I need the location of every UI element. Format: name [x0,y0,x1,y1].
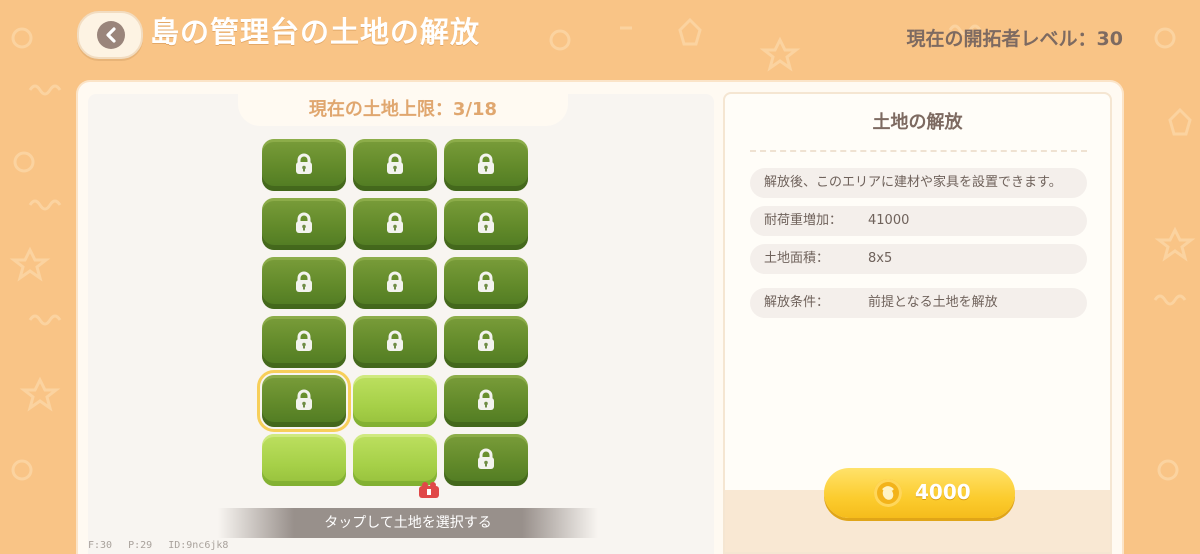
back-button[interactable] [77,11,143,59]
debug-info: F:30 P:29 ID:9nc6jk8 [88,540,229,551]
lock-icon [387,212,403,233]
land-tile-unlocked[interactable] [353,434,437,486]
page-title: 島の管理台の土地の解放 [150,15,481,49]
land-tile-locked[interactable] [262,198,346,250]
land-tile-locked[interactable] [353,257,437,309]
lock-icon [387,271,403,292]
land-tile-locked[interactable] [262,139,346,191]
land-tile-locked[interactable] [257,370,351,432]
unlock-cost: 4000 [915,480,971,504]
detail-title: 土地の解放 [872,112,963,133]
lock-icon [478,271,494,292]
lock-icon [296,330,312,351]
land-limit: 現在の土地上限：3/18 [238,94,568,126]
tap-hint: タップして土地を選択する [218,508,598,538]
lock-icon [478,448,494,469]
main-panel: 現在の土地上限：3/18 タップして土地を選択する F:30 P:29 ID:9… [78,82,1122,554]
land-area-row: 土地面積： 8x5 [750,244,1087,274]
land-tile-locked[interactable] [353,139,437,191]
lock-icon [478,330,494,351]
lock-icon [478,153,494,174]
lock-icon [296,212,312,233]
divider [750,150,1087,152]
land-tile-locked[interactable] [444,257,528,309]
lock-icon [478,212,494,233]
map-marker-icon [419,482,439,498]
lock-icon [296,271,312,292]
header: 島の管理台の土地の解放 現在の開拓者レベル：30 [0,0,1200,80]
land-tile-locked[interactable] [444,375,528,427]
land-tile-locked[interactable] [444,139,528,191]
row-label: 耐荷重増加： [764,213,843,228]
load-capacity-row: 耐荷重増加： 41000 [750,206,1087,236]
lock-icon [296,153,312,174]
row-label: 土地面積： [764,251,830,266]
land-grid-pane: 現在の土地上限：3/18 タップして土地を選択する F:30 P:29 ID:9… [88,94,714,554]
row-value: 8x5 [868,251,893,266]
land-tile-unlocked[interactable] [353,375,437,427]
unlock-condition-row: 解放条件： 前提となる土地を解放 [750,288,1087,318]
pioneer-level: 現在の開拓者レベル：30 [906,28,1123,50]
land-tile-locked[interactable] [353,198,437,250]
lock-icon [478,389,494,410]
unlock-cost-button[interactable]: 4000 [824,468,1015,518]
land-tile-locked[interactable] [444,198,528,250]
back-arrow-icon [97,21,125,49]
land-tile-locked[interactable] [444,316,528,368]
row-label: 解放条件： [764,295,830,310]
detail-pane: 土地の解放 解放後、このエリアに建材や家具を設置できます。 耐荷重増加： 4100… [723,92,1112,554]
lock-icon [387,153,403,174]
land-tile-unlocked[interactable] [262,434,346,486]
land-tile-locked[interactable] [444,434,528,486]
land-tile-locked[interactable] [262,316,346,368]
description-row: 解放後、このエリアに建材や家具を設置できます。 [750,168,1087,198]
lock-icon [387,330,403,351]
acorn-coin-icon [874,479,902,507]
land-tile-locked[interactable] [353,316,437,368]
description-text: 解放後、このエリアに建材や家具を設置できます。 [764,175,1062,190]
land-tile-locked[interactable] [262,257,346,309]
row-value: 前提となる土地を解放 [868,295,998,310]
lock-icon [296,389,312,410]
row-value: 41000 [868,213,910,228]
